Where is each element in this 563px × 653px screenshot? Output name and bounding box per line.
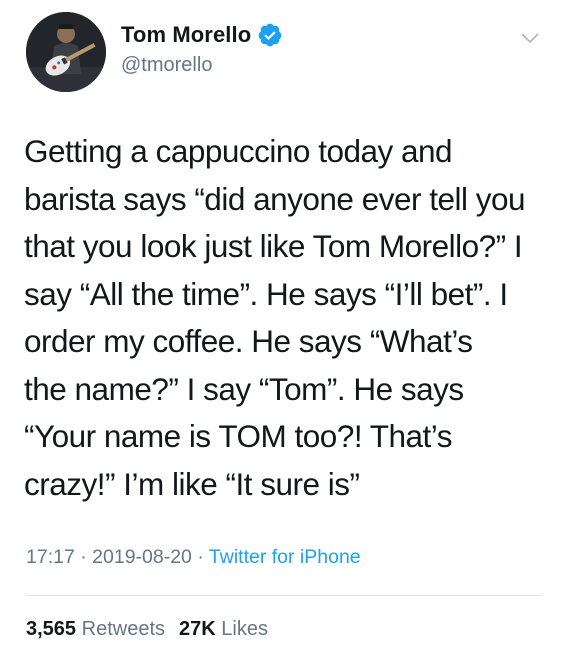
author-name-row[interactable]: Tom Morello bbox=[121, 22, 283, 48]
verified-badge-icon bbox=[257, 22, 283, 48]
tweet-source-link[interactable]: Twitter for iPhone bbox=[209, 546, 361, 568]
meta-separator: · bbox=[80, 546, 87, 568]
tweet-meta: 17:17 · 2019-08-20 · Twitter for iPhone bbox=[26, 546, 361, 569]
likes-count: 27K bbox=[179, 618, 216, 640]
author-display-name[interactable]: Tom Morello bbox=[121, 22, 251, 48]
likes-stat[interactable]: 27K Likes bbox=[179, 618, 268, 641]
retweets-stat[interactable]: 3,565 Retweets bbox=[26, 618, 165, 641]
avatar-image bbox=[26, 12, 106, 92]
avatar[interactable] bbox=[26, 12, 106, 92]
author-handle[interactable]: @tmorello bbox=[121, 54, 212, 77]
tweet-time[interactable]: 17:17 bbox=[26, 546, 75, 568]
retweets-count: 3,565 bbox=[26, 618, 77, 640]
retweets-label: Retweets bbox=[81, 618, 165, 640]
chevron-down-icon[interactable] bbox=[518, 28, 542, 48]
tweet-date[interactable]: 2019-08-20 bbox=[92, 546, 192, 568]
meta-separator: · bbox=[197, 546, 204, 568]
tweet-stats: 3,565 Retweets 27K Likes bbox=[26, 618, 268, 641]
divider bbox=[26, 595, 542, 596]
tweet-text: Getting a cappuccino today and barista s… bbox=[24, 133, 526, 502]
likes-label: Likes bbox=[221, 618, 268, 640]
